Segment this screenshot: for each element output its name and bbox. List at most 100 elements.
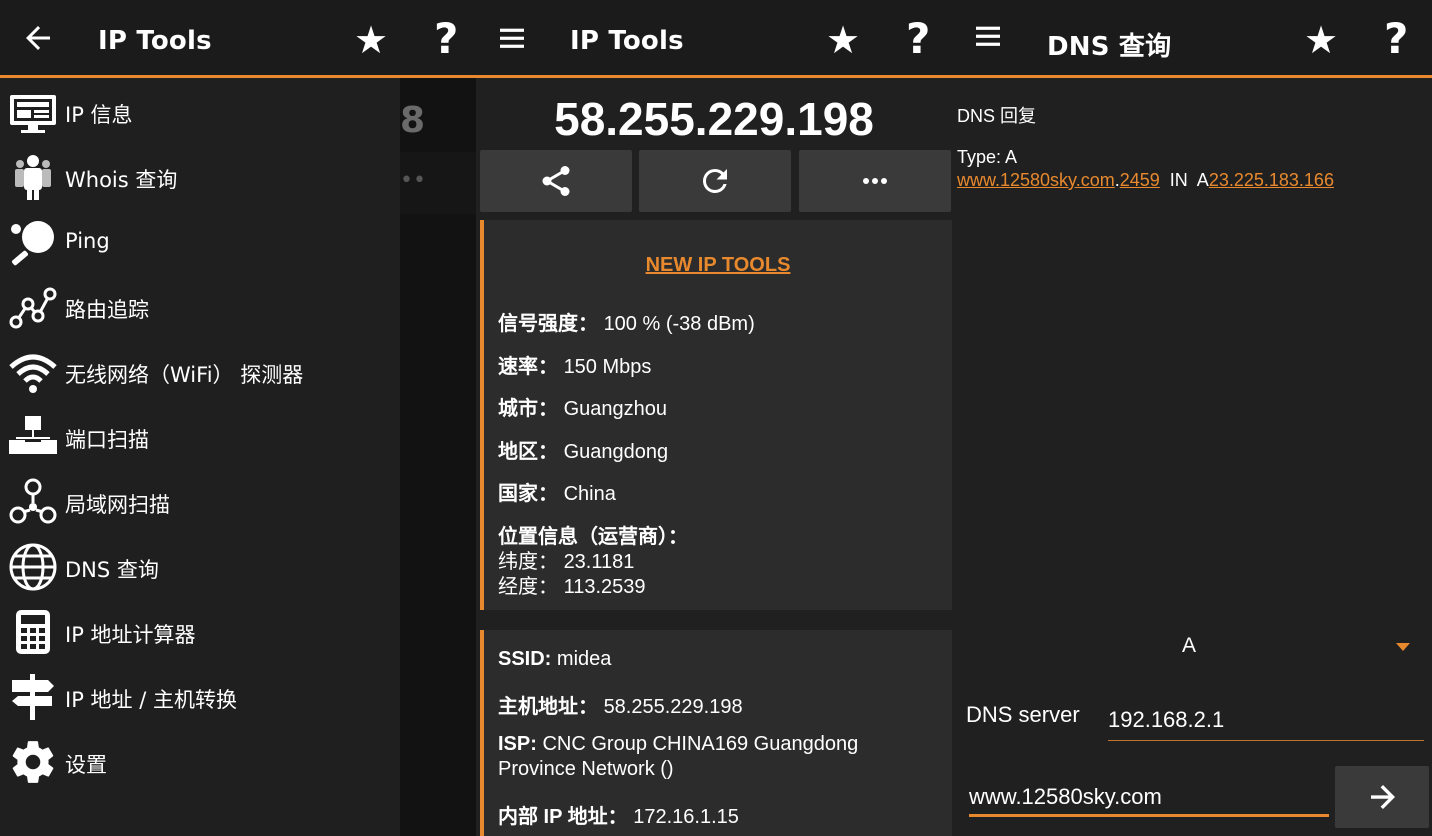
star-icon[interactable]: ★ — [1304, 20, 1338, 60]
dns-server-label: DNS server — [966, 702, 1080, 727]
globe-icon — [8, 542, 58, 592]
panel-dns-lookup: DNS 查询 ★ ? DNS 回复 Type: A www.12580sky.c… — [952, 0, 1432, 836]
drawer-item-label: IP 信息 — [65, 103, 133, 127]
ping-pong-icon — [8, 217, 58, 267]
app-bar: IP Tools ★ ? — [0, 0, 476, 78]
host-value: 58.255.229.198 — [603, 696, 743, 718]
hostname-input[interactable] — [969, 781, 1329, 813]
record-type-dropdown[interactable]: A — [956, 626, 1422, 670]
background-content-peek: 8 — [400, 100, 426, 141]
panel-ip-info: IP Tools ★ ? 58.255.229.198 NEW IP TOOLS… — [476, 0, 952, 836]
dns-record-line: www.12580sky.com.2459 IN A23.225.183.166 — [957, 170, 1334, 191]
isp-row-continued: Province Network () — [498, 758, 674, 781]
drawer-item-label: 路由追踪 — [65, 298, 149, 322]
more-button[interactable] — [799, 150, 951, 212]
region-label: 地区： — [498, 441, 558, 463]
port-scan-icon — [8, 412, 58, 462]
drawer-item-dns[interactable]: DNS 查询 — [0, 536, 400, 600]
region-value: Guangdong — [563, 441, 669, 463]
country-row: 国家： China — [498, 477, 616, 506]
drawer-item-settings[interactable]: 设置 — [0, 731, 400, 795]
drawer-item-whois[interactable]: Whois 查询 — [0, 146, 400, 210]
panel-navigation-drawer: 8 •• IP Tools ★ ? IP 信息 Whois 查询 Ping 路由… — [0, 0, 476, 836]
refresh-button[interactable] — [639, 150, 791, 212]
drawer-scrim[interactable]: 8 •• — [400, 78, 476, 836]
isp-value-line2: Province Network () — [498, 758, 674, 780]
host-row: 主机地址： 58.255.229.198 — [498, 690, 743, 719]
drawer-item-label: Whois 查询 — [65, 168, 178, 192]
drawer-item-label: 无线网络（WiFi） 探测器 — [65, 363, 304, 387]
monitor-icon — [8, 87, 58, 137]
back-arrow-icon[interactable] — [20, 20, 56, 56]
share-button[interactable] — [480, 150, 632, 212]
drawer-item-label: IP 地址计算器 — [65, 623, 196, 647]
menu-icon[interactable] — [496, 22, 532, 58]
drawer-item-ping[interactable]: Ping — [0, 211, 400, 275]
signal-value: 100 % (-38 dBm) — [603, 313, 755, 335]
people-icon — [8, 152, 58, 202]
drawer-item-ip-info[interactable]: IP 信息 — [0, 81, 400, 145]
speed-value: 150 Mbps — [563, 356, 652, 378]
drawer-item-label: 端口扫描 — [65, 428, 149, 452]
city-value: Guangzhou — [563, 398, 667, 420]
lookup-button[interactable] — [1335, 766, 1429, 828]
drawer-item-label: 局域网扫描 — [65, 493, 170, 517]
public-ip-address: 58.255.229.198 — [554, 93, 874, 145]
record-ip-link[interactable]: 23.225.183.166 — [1209, 170, 1334, 190]
speed-label: 速率： — [498, 356, 558, 378]
help-icon[interactable]: ? — [434, 16, 458, 62]
signal-row: 信号强度： 100 % (-38 dBm) — [498, 307, 755, 336]
menu-icon[interactable] — [972, 20, 1008, 56]
city-row: 城市： Guangzhou — [498, 392, 667, 421]
dns-server-underline — [1108, 740, 1424, 741]
internal-ip-value: 172.16.1.15 — [633, 806, 739, 828]
host-label: 主机地址： — [498, 696, 598, 718]
drawer-item-label: 设置 — [65, 753, 107, 777]
drawer-item-ip-calculator[interactable]: IP 地址计算器 — [0, 601, 400, 665]
ip-info-card: NEW IP TOOLS 信号强度： 100 % (-38 dBm) 速率： 1… — [480, 220, 952, 610]
dropdown-arrow-icon — [1396, 643, 1410, 651]
star-icon[interactable]: ★ — [354, 20, 388, 60]
country-label: 国家： — [498, 483, 558, 505]
drawer-item-lan-scan[interactable]: 局域网扫描 — [0, 471, 400, 535]
star-icon[interactable]: ★ — [826, 20, 860, 60]
record-host-link[interactable]: www.12580sky.com — [957, 170, 1115, 190]
arrow-right-icon — [1371, 785, 1395, 809]
network-info-card: SSID: midea 主机地址： 58.255.229.198 ISP: CN… — [480, 630, 952, 836]
region-row: 地区： Guangdong — [498, 435, 668, 464]
internal-ip-row: 内部 IP 地址： 172.16.1.15 — [498, 800, 739, 829]
longitude-label: 经度： — [498, 576, 558, 598]
app-bar: IP Tools ★ ? — [476, 0, 952, 78]
drawer-item-label: IP 地址 / 主机转换 — [65, 688, 237, 712]
record-ttl-link[interactable]: 2459 — [1120, 170, 1160, 190]
isp-label: ISP: — [498, 733, 537, 755]
background-button-peek: •• — [400, 152, 476, 214]
navigation-drawer: IP 信息 Whois 查询 Ping 路由追踪 无线网络（WiFi） 探测器 … — [0, 81, 400, 836]
dns-server-input[interactable] — [1108, 704, 1408, 736]
help-icon[interactable]: ? — [1384, 16, 1408, 62]
record-type-selected: A — [1181, 634, 1196, 657]
speed-row: 速率： 150 Mbps — [498, 350, 651, 379]
drawer-item-port-scan[interactable]: 端口扫描 — [0, 406, 400, 470]
drawer-item-host-conversion[interactable]: IP 地址 / 主机转换 — [0, 666, 400, 730]
drawer-item-wifi[interactable]: 无线网络（WiFi） 探测器 — [0, 341, 400, 405]
refresh-icon — [702, 168, 727, 193]
signal-label: 信号强度： — [498, 313, 598, 335]
record-type-line: Type: A — [957, 147, 1018, 167]
app-title: IP Tools — [570, 26, 684, 56]
country-value: China — [563, 483, 616, 505]
record-class-type: IN A — [1159, 170, 1209, 190]
dns-reply-header: DNS 回复 — [957, 106, 1037, 126]
drawer-item-traceroute[interactable]: 路由追踪 — [0, 276, 400, 340]
hostname-underline — [969, 814, 1329, 817]
app-bar: DNS 查询 ★ ? — [952, 0, 1432, 78]
ssid-row: SSID: midea — [498, 648, 611, 671]
longitude-row: 经度： 113.2539 — [498, 570, 646, 599]
help-icon[interactable]: ? — [906, 16, 930, 62]
drawer-item-label: DNS 查询 — [65, 558, 159, 582]
share-icon — [542, 166, 570, 196]
wifi-icon — [8, 347, 58, 397]
ssid-label: SSID: — [498, 648, 552, 670]
signpost-icon — [8, 672, 58, 722]
new-ip-tools-link[interactable]: NEW IP TOOLS — [484, 254, 952, 277]
